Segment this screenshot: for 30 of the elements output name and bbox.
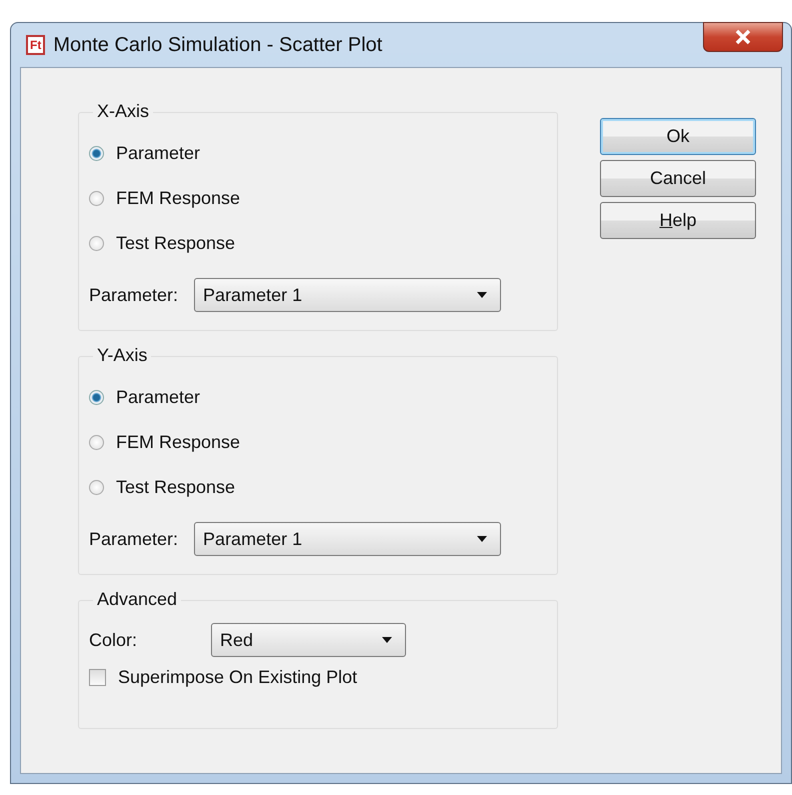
- parameter-dropdown[interactable]: Parameter 1: [194, 522, 502, 556]
- field-label: Parameter:: [89, 284, 178, 306]
- field-label: Parameter:: [89, 528, 178, 550]
- radio-label: FEM Response: [116, 188, 240, 209]
- radio-label: Parameter: [116, 387, 200, 408]
- radio-button[interactable]: [89, 435, 104, 450]
- radio-label: Test Response: [116, 477, 236, 498]
- caret-icon: [476, 535, 488, 543]
- checkbox[interactable]: [89, 669, 106, 686]
- caret-icon: [476, 291, 488, 299]
- app-icon: Ft: [26, 35, 46, 55]
- radio-label: Test Response: [116, 233, 236, 254]
- radio-button[interactable]: [89, 480, 104, 495]
- dialog-button[interactable]: Cancel: [600, 160, 756, 197]
- close-icon: [734, 29, 752, 45]
- radio-button[interactable]: [89, 390, 104, 405]
- color-dropdown[interactable]: Red: [211, 623, 406, 657]
- dialog-button[interactable]: Help: [600, 202, 756, 239]
- caret-icon: [381, 636, 393, 644]
- radio-button[interactable]: [89, 191, 104, 206]
- radio-button[interactable]: [89, 236, 104, 251]
- radio-label: Parameter: [116, 143, 200, 164]
- radio-label: FEM Response: [116, 432, 240, 453]
- field-label: Color:: [89, 630, 138, 650]
- close-button[interactable]: [703, 22, 783, 52]
- checkbox-label: Superimpose On Existing Plot: [118, 667, 358, 688]
- dialog-button[interactable]: Ok: [600, 118, 756, 155]
- window-title: Monte Carlo Simulation - Scatter Plot: [53, 34, 382, 56]
- parameter-dropdown[interactable]: Parameter 1: [194, 278, 502, 312]
- radio-button[interactable]: [89, 146, 104, 161]
